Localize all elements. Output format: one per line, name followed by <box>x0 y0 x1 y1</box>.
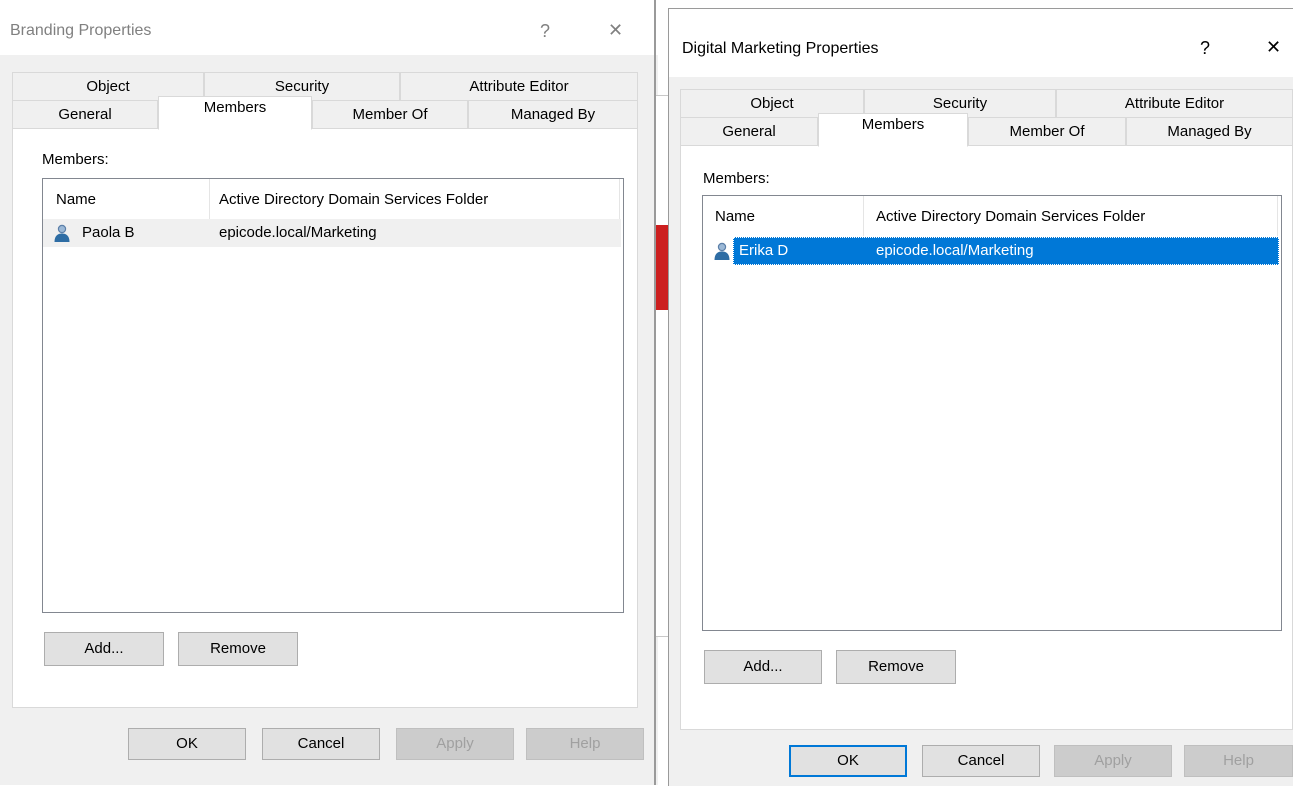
right-members-label: Members: <box>703 170 770 187</box>
left-ok-button[interactable]: OK <box>128 728 246 760</box>
left-help-button[interactable]: ? <box>540 21 550 41</box>
left-list-row[interactable]: Paola B epicode.local/Marketing <box>43 219 621 247</box>
user-icon <box>713 241 731 261</box>
left-add-button[interactable]: Add... <box>44 632 164 666</box>
right-tab-attribute-editor[interactable]: Attribute Editor <box>1056 89 1293 118</box>
left-members-label: Members: <box>42 151 109 168</box>
left-remove-button[interactable]: Remove <box>178 632 298 666</box>
background-red-fragment <box>656 225 668 310</box>
left-row-name: Paola B <box>82 224 135 241</box>
left-tab-member-of[interactable]: Member Of <box>312 100 468 129</box>
right-tab-member-of[interactable]: Member Of <box>968 117 1126 146</box>
branding-properties-dialog: Branding Properties ? ✕ Object Security … <box>0 0 660 785</box>
right-dialog-title: Digital Marketing Properties <box>682 40 879 57</box>
left-tab-managed-by[interactable]: Managed By <box>468 100 638 129</box>
right-help-footer-button[interactable]: Help <box>1184 745 1293 777</box>
right-col-folder[interactable]: Active Directory Domain Services Folder <box>876 208 1145 225</box>
right-add-button[interactable]: Add... <box>704 650 822 684</box>
left-col-divider[interactable] <box>209 179 210 219</box>
right-ok-button[interactable]: OK <box>789 745 907 777</box>
left-col-folder[interactable]: Active Directory Domain Services Folder <box>219 191 488 208</box>
left-tab-general[interactable]: General <box>12 100 158 129</box>
right-tab-managed-by[interactable]: Managed By <box>1126 117 1293 146</box>
right-col-name[interactable]: Name <box>715 208 755 225</box>
left-members-list[interactable]: Name Active Directory Domain Services Fo… <box>42 178 624 613</box>
left-dialog-title: Branding Properties <box>10 22 152 39</box>
left-apply-button[interactable]: Apply <box>396 728 514 760</box>
digital-marketing-properties-dialog: Digital Marketing Properties ? ✕ Object … <box>668 0 1293 786</box>
right-close-button[interactable]: ✕ <box>1266 37 1281 57</box>
right-list-row[interactable]: Erika D epicode.local/Marketing <box>703 237 1279 265</box>
right-col-divider-end[interactable] <box>1277 196 1278 236</box>
right-col-divider[interactable] <box>863 196 864 236</box>
left-tab-attribute-editor[interactable]: Attribute Editor <box>400 72 638 101</box>
right-cancel-button[interactable]: Cancel <box>922 745 1040 777</box>
left-col-divider-end[interactable] <box>619 179 620 219</box>
left-col-name[interactable]: Name <box>56 191 96 208</box>
right-tab-members[interactable]: Members <box>818 113 968 147</box>
left-close-button[interactable]: ✕ <box>608 20 623 40</box>
right-row-name: Erika D <box>739 242 789 259</box>
user-icon <box>53 223 71 243</box>
left-cancel-button[interactable]: Cancel <box>262 728 380 760</box>
right-help-button[interactable]: ? <box>1200 38 1210 58</box>
left-row-folder: epicode.local/Marketing <box>219 224 377 241</box>
right-remove-button[interactable]: Remove <box>836 650 956 684</box>
right-row-folder: epicode.local/Marketing <box>876 242 1034 259</box>
left-tab-members[interactable]: Members <box>158 96 312 130</box>
right-tab-general[interactable]: General <box>680 117 818 146</box>
right-members-list[interactable]: Name Active Directory Domain Services Fo… <box>702 195 1282 631</box>
right-apply-button[interactable]: Apply <box>1054 745 1172 777</box>
left-help-footer-button[interactable]: Help <box>526 728 644 760</box>
